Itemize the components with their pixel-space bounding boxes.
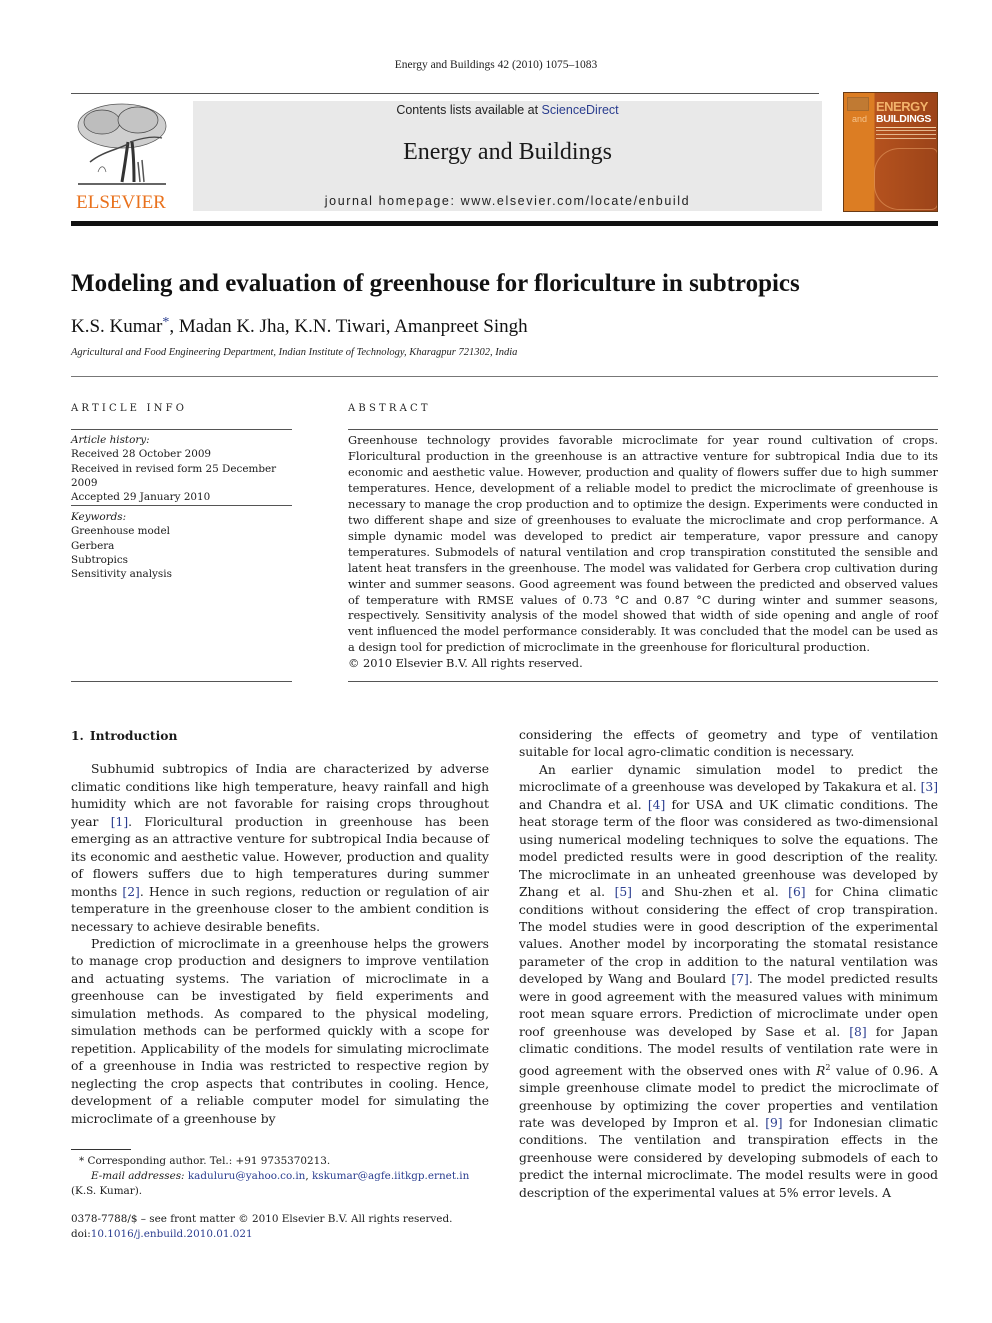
email-label: E-mail addresses: [91,1170,185,1182]
text-run: and Shu-zhen et al. [631,885,789,900]
intro-paragraph-3: An earlier dynamic simulation model to p… [519,762,938,1202]
email-separator: , [305,1170,312,1182]
section-title: Introduction [89,728,178,743]
section-divider [71,376,938,377]
elsevier-wordmark: ELSEVIER [76,192,166,213]
history-received: Received 28 October 2009 [71,448,212,461]
keywords-rule [71,505,292,506]
keyword-item: Sensitivity analysis [71,568,172,581]
article-history: Article history: Received 28 October 200… [71,433,301,504]
keyword-item: Greenhouse model [71,525,170,538]
history-revised: Received in revised form 25 December 200… [71,462,277,489]
journal-homepage: journal homepage: www.elsevier.com/locat… [193,194,822,208]
citation-link[interactable]: [8] [849,1025,866,1039]
elsevier-logo[interactable]: ELSEVIER [70,100,172,214]
cover-elsevier-icon [847,97,869,111]
contents-availability: Contents lists available at ScienceDirec… [193,103,822,117]
text-run: for USA and UK climatic conditions. The … [519,797,939,900]
abstract-rule [348,429,938,430]
citation-link[interactable]: [6] [788,885,805,899]
header-top-rule [71,93,819,94]
cover-artwork [874,148,937,210]
author-rest: , Madan K. Jha, K.N. Tiwari, Amanpreet S… [169,316,528,337]
abstract-bottom-rule [348,681,938,682]
citation-link[interactable]: [5] [615,885,632,899]
doi-label: doi: [71,1228,91,1240]
intro-paragraph-2-continued: considering the effects of geometry and … [519,728,938,760]
cover-title-and: and [852,114,868,124]
cover-title-energy: ENERGY [876,99,928,114]
front-matter: 0378-7788/$ – see front matter © 2010 El… [71,1212,491,1242]
article-history-label: Article history: [71,434,150,446]
citation-link[interactable]: [4] [648,798,665,812]
citation-link[interactable]: [3] [921,780,938,794]
abstract-text: Greenhouse technology provides favorable… [348,433,938,655]
sciencedirect-link[interactable]: ScienceDirect [542,103,619,117]
article-info-rule [71,429,292,430]
citation-link[interactable]: [9] [765,1116,782,1130]
intro-paragraph-1: Subhumid subtropics of India are charact… [71,761,489,936]
abstract-copyright: © 2010 Elsevier B.V. All rights reserved… [348,656,583,671]
footnote-rule [71,1149,131,1150]
affiliation: Agricultural and Food Engineering Depart… [71,347,518,358]
citation-link[interactable]: [7] [731,972,748,986]
article-info-bottom-rule [71,681,292,682]
elsevier-tree-icon [77,103,167,185]
header-bottom-rule [71,221,938,226]
doi-line: doi:10.1016/j.enbuild.2010.01.021 [71,1227,491,1242]
journal-banner: Contents lists available at ScienceDirec… [193,101,822,211]
journal-name: Energy and Buildings [403,139,612,165]
homepage-label: journal homepage: [324,194,461,208]
intro-paragraph-2: Prediction of microclimate in a greenhou… [71,936,489,1126]
cover-divider [876,127,936,128]
article-title: Modeling and evaluation of greenhouse fo… [71,270,800,297]
citation-link[interactable]: [1] [111,815,128,829]
citation-link[interactable]: [2] [122,885,139,899]
journal-cover-thumbnail[interactable]: ENERGY and BUILDINGS [843,92,938,212]
section-heading-introduction: 1. Introduction [71,727,489,744]
abstract-body: Greenhouse technology provides favorable… [348,433,938,672]
section-number: 1. [71,728,84,743]
body-column-right: considering the effects of geometry and … [519,727,938,1202]
keywords-label: Keywords: [71,511,127,523]
running-head: Energy and Buildings 42 (2010) 1075–1083 [394,59,598,71]
cover-title-buildings: BUILDINGS [876,113,932,125]
cover-subtitle-lines [876,130,936,140]
text-run: and Chandra et al. [519,797,648,812]
history-accepted: Accepted 29 January 2010 [71,491,211,504]
issn-line: 0378-7788/$ – see front matter © 2010 El… [71,1213,453,1225]
email-link-2[interactable]: kskumar@agfe.iitkgp.ernet.in [312,1170,469,1182]
keywords: Keywords: Greenhouse model Gerbera Subtr… [71,510,301,581]
contents-prefix: Contents lists available at [396,103,542,117]
article-info-heading: ARTICLE INFO [71,403,188,414]
keyword-item: Subtropics [71,553,128,566]
body-column-left: 1. Introduction Subhumid subtropics of In… [71,727,489,1128]
text-run: An earlier dynamic simulation model to p… [519,762,938,795]
corresponding-author-note: * Corresponding author. Tel.: +91 973537… [71,1154,491,1169]
abstract-heading: ABSTRACT [348,403,431,414]
r-squared-symbol: R [816,1063,826,1078]
keyword-item: Gerbera [71,539,115,552]
email-link-1[interactable]: kaduluru@yahoo.co.in [188,1170,306,1182]
author-first: K.S. Kumar [71,316,163,337]
homepage-url-link[interactable]: www.elsevier.com/locate/enbuild [461,194,691,208]
footnote-mark: * [79,1155,85,1167]
doi-link[interactable]: 10.1016/j.enbuild.2010.01.021 [91,1228,253,1240]
author-list: K.S. Kumar*, Madan K. Jha, K.N. Tiwari, … [71,315,528,338]
email-owner: (K.S. Kumar). [71,1185,143,1197]
footnote: * Corresponding author. Tel.: +91 973537… [71,1154,491,1199]
corresponding-author-text: Corresponding author. Tel.: +91 97353702… [87,1155,331,1167]
email-line: E-mail addresses: kaduluru@yahoo.co.in, … [71,1169,491,1184]
